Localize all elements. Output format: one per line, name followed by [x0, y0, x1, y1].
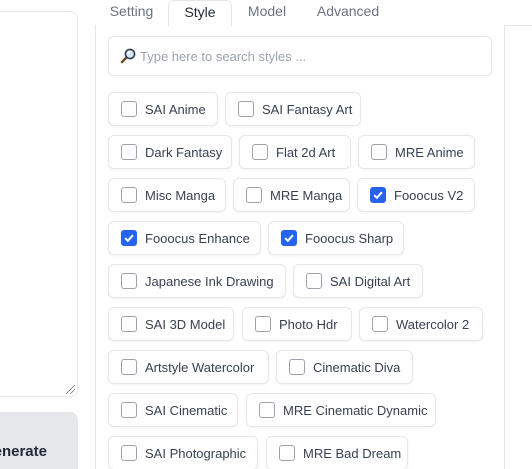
checkbox[interactable]: [371, 144, 387, 160]
checkmark-icon: [124, 234, 134, 243]
generate-button-label: Generate: [0, 443, 47, 460]
checkbox[interactable]: [246, 187, 262, 203]
style-option-label: MRE Cinematic Dynamic: [283, 403, 428, 418]
tab-style[interactable]: Style: [168, 0, 232, 27]
checkbox[interactable]: [259, 402, 275, 418]
style-option-mre-manga[interactable]: MRE Manga: [233, 178, 350, 212]
style-option-label: Japanese Ink Drawing: [145, 274, 274, 289]
checkbox[interactable]: [121, 273, 137, 289]
checkbox[interactable]: [252, 144, 268, 160]
style-option-label: Misc Manga: [145, 188, 216, 203]
tab-label: Setting: [109, 3, 154, 19]
checkbox[interactable]: [121, 144, 137, 160]
style-option-artstyle-watercolor[interactable]: Artstyle Watercolor: [108, 350, 269, 384]
style-option-label: Photo Hdr: [279, 317, 338, 332]
checkbox[interactable]: [121, 445, 137, 461]
style-option-sai-fantasy-art[interactable]: SAI Fantasy Art: [225, 92, 361, 126]
style-option-cinematic-diva[interactable]: Cinematic Diva: [276, 350, 413, 384]
style-option-label: SAI Fantasy Art: [262, 102, 353, 117]
style-option-sai-digital-art[interactable]: SAI Digital Art: [293, 264, 423, 298]
style-option-sai-3d-model[interactable]: SAI 3D Model: [108, 307, 234, 341]
style-option-label: MRE Bad Dream: [303, 446, 402, 461]
checkbox[interactable]: [238, 101, 254, 117]
style-option-photo-hdr[interactable]: Photo Hdr: [242, 307, 352, 341]
generate-button[interactable]: Generate: [0, 412, 78, 469]
tab-label: Style: [184, 4, 216, 20]
checkbox[interactable]: [121, 101, 137, 117]
style-option-label: SAI Photographic: [145, 446, 247, 461]
style-option-mre-anime[interactable]: MRE Anime: [358, 135, 475, 169]
tab-label: Advanced: [316, 3, 380, 19]
style-option-dark-fantasy[interactable]: Dark Fantasy: [108, 135, 232, 169]
style-option-watercolor-2[interactable]: Watercolor 2: [359, 307, 483, 341]
checkbox[interactable]: [121, 316, 137, 332]
checkbox[interactable]: [370, 187, 386, 203]
style-option-label: Cinematic Diva: [313, 360, 401, 375]
style-option-label: MRE Manga: [270, 188, 343, 203]
checkbox[interactable]: [121, 402, 137, 418]
style-option-label: Flat 2d Art: [276, 145, 336, 160]
style-option-label: SAI 3D Model: [145, 317, 226, 332]
style-search-box: [108, 36, 492, 76]
checkbox[interactable]: [255, 316, 271, 332]
settings-tabs: Setting Style Model Advanced: [95, 0, 532, 27]
tab-setting[interactable]: Setting: [95, 0, 168, 26]
style-option-label: SAI Cinematic: [145, 403, 228, 418]
style-search-input[interactable]: [140, 37, 480, 75]
checkbox[interactable]: [121, 230, 137, 246]
style-option-label: Artstyle Watercolor: [145, 360, 255, 375]
tab-label: Model: [247, 3, 287, 19]
style-option-label: Fooocus V2: [394, 188, 464, 203]
style-option-label: Fooocus Sharp: [305, 231, 394, 246]
checkmark-icon: [284, 234, 294, 243]
checkbox[interactable]: [121, 359, 137, 375]
style-option-label: SAI Anime: [145, 102, 206, 117]
style-option-fooocus-enhance[interactable]: Fooocus Enhance: [108, 221, 261, 255]
style-option-label: Dark Fantasy: [145, 145, 223, 160]
checkbox[interactable]: [279, 445, 295, 461]
style-option-sai-photographic[interactable]: SAI Photographic: [108, 436, 258, 469]
style-option-label: SAI Digital Art: [330, 274, 411, 289]
style-option-japanese-ink-drawing[interactable]: Japanese Ink Drawing: [108, 264, 286, 298]
style-option-fooocus-v2[interactable]: Fooocus V2: [357, 178, 475, 212]
style-option-misc-manga[interactable]: Misc Manga: [108, 178, 226, 212]
prompt-textarea[interactable]: [0, 11, 78, 397]
style-option-sai-anime[interactable]: SAI Anime: [108, 92, 218, 126]
checkbox[interactable]: [289, 359, 305, 375]
tab-model[interactable]: Model: [232, 0, 302, 26]
style-option-label: Watercolor 2: [396, 317, 470, 332]
resize-grip-icon[interactable]: [66, 385, 75, 394]
checkbox[interactable]: [372, 316, 388, 332]
style-panel: SAI Anime SAI Fantasy Art Dark Fantasy F…: [95, 25, 505, 469]
style-option-mre-bad-dream[interactable]: MRE Bad Dream: [266, 436, 408, 469]
style-option-mre-cinematic-dynamic[interactable]: MRE Cinematic Dynamic: [246, 393, 436, 427]
checkbox[interactable]: [121, 187, 137, 203]
checkbox[interactable]: [306, 273, 322, 289]
checkmark-icon: [373, 191, 383, 200]
style-option-flat-2d-art[interactable]: Flat 2d Art: [239, 135, 351, 169]
tab-advanced[interactable]: Advanced: [302, 0, 394, 26]
search-icon: [120, 48, 136, 64]
style-option-label: MRE Anime: [395, 145, 464, 160]
fooocus-ui: Generate Setting Style Model Advanced: [0, 0, 532, 469]
style-option-fooocus-sharp[interactable]: Fooocus Sharp: [268, 221, 404, 255]
checkbox[interactable]: [281, 230, 297, 246]
style-option-label: Fooocus Enhance: [145, 231, 250, 246]
style-option-sai-cinematic[interactable]: SAI Cinematic: [108, 393, 238, 427]
